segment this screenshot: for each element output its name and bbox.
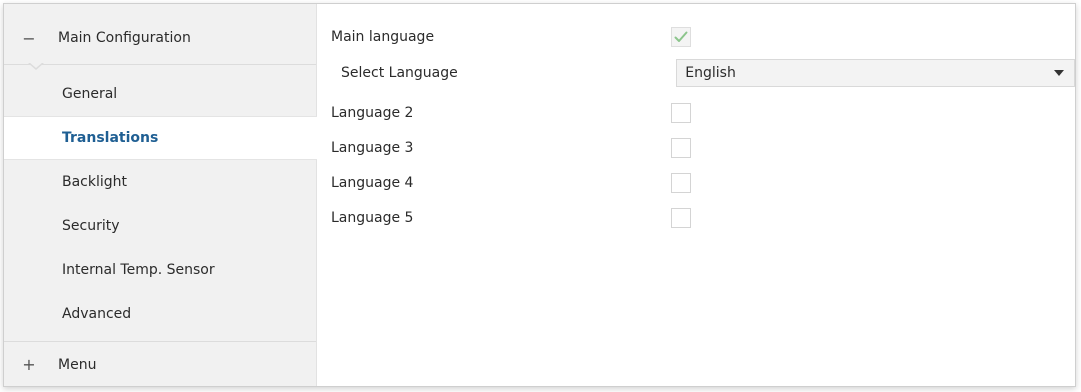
sidebar-nav: General Translations Backlight Security … — [4, 72, 317, 336]
select-language-row: Select Language English — [331, 58, 1075, 88]
sidebar-item-label: Internal Temp. Sensor — [62, 262, 215, 278]
language-2-row: Language 2 — [331, 98, 1075, 128]
sidebar-item-label: Backlight — [62, 174, 128, 190]
main-language-row: Main language — [331, 22, 1075, 52]
select-language-value: English — [685, 65, 736, 81]
sidebar-item-general[interactable]: General — [4, 72, 316, 116]
language-2-label: Language 2 — [331, 105, 414, 121]
sidebar-item-label: Security — [62, 218, 120, 234]
main-configuration-group[interactable]: − Main Configuration — [4, 12, 316, 65]
sidebar-item-internal-temp-sensor[interactable]: Internal Temp. Sensor — [4, 248, 316, 292]
main-language-label: Main language — [331, 29, 435, 45]
menu-group[interactable]: + Menu — [4, 341, 316, 386]
sidebar: − Main Configuration General Translation… — [4, 4, 317, 386]
sidebar-item-label: General — [62, 86, 118, 102]
menu-group-label: Menu — [58, 356, 97, 373]
select-language-label: Select Language — [341, 65, 458, 81]
main-language-checkbox[interactable] — [671, 27, 691, 47]
sidebar-item-advanced[interactable]: Advanced — [4, 292, 316, 336]
group-notch-decoration — [28, 62, 44, 70]
language-4-row: Language 4 — [331, 168, 1075, 198]
sidebar-item-backlight[interactable]: Backlight — [4, 160, 316, 204]
language-3-checkbox[interactable] — [671, 138, 691, 158]
language-4-label: Language 4 — [331, 175, 414, 191]
language-3-row: Language 3 — [331, 133, 1075, 163]
language-5-label: Language 5 — [331, 210, 414, 226]
checkmark-icon — [674, 31, 688, 42]
language-5-row: Language 5 — [331, 203, 1075, 233]
main-configuration-label: Main Configuration — [58, 30, 191, 46]
configuration-window: − Main Configuration General Translation… — [3, 3, 1076, 387]
collapse-icon[interactable]: − — [20, 29, 38, 48]
language-5-checkbox[interactable] — [671, 208, 691, 228]
sidebar-item-label: Advanced — [62, 306, 132, 322]
expand-icon[interactable]: + — [20, 355, 38, 374]
language-4-checkbox[interactable] — [671, 173, 691, 193]
sidebar-item-security[interactable]: Security — [4, 204, 316, 248]
translations-panel: Main language Select Language English La… — [317, 4, 1075, 386]
sidebar-item-label: Translations — [62, 130, 159, 146]
language-2-checkbox[interactable] — [671, 103, 691, 123]
language-3-label: Language 3 — [331, 140, 414, 156]
chevron-down-icon — [1054, 70, 1064, 76]
select-language-dropdown[interactable]: English — [676, 59, 1075, 87]
sidebar-item-translations[interactable]: Translations — [4, 116, 317, 160]
